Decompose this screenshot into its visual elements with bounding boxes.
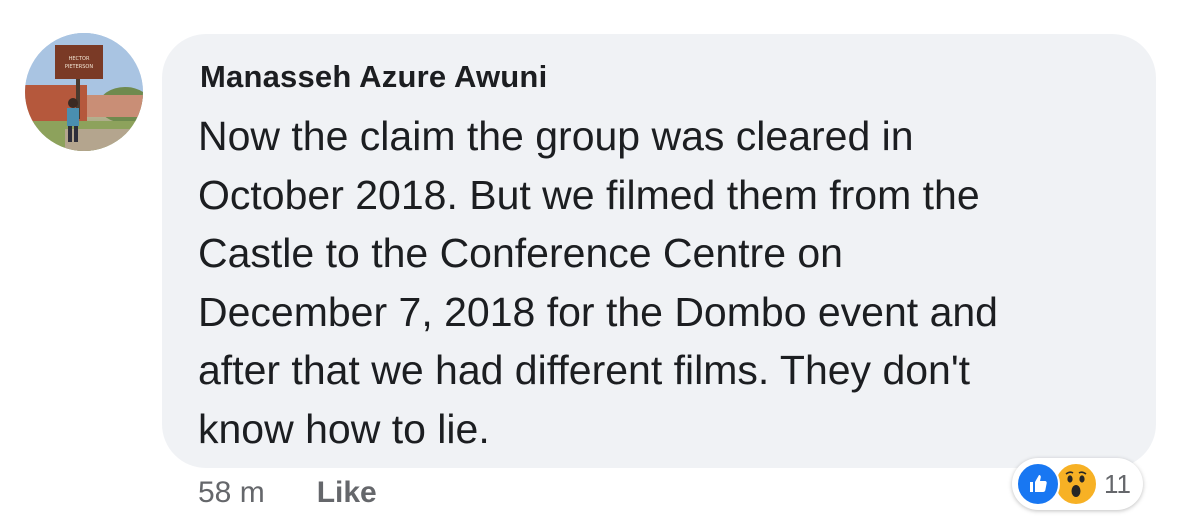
comment-text: Now the claim the group was cleared in O… xyxy=(198,107,1128,458)
reaction-count: 11 xyxy=(1104,468,1131,499)
comment-line: after that we had different films. They … xyxy=(198,347,971,393)
like-icon xyxy=(1016,462,1060,506)
wow-icon xyxy=(1054,462,1098,506)
svg-text:HECTOR: HECTOR xyxy=(69,56,90,62)
comment-author[interactable]: Manasseh Azure Awuni xyxy=(200,59,547,95)
comment-bubble: Manasseh Azure Awuni Now the claim the g… xyxy=(162,34,1156,468)
comment-timestamp[interactable]: 58 m xyxy=(198,476,265,510)
reactions-summary[interactable]: 11 xyxy=(1012,458,1143,510)
comment-meta: 58 m Like xyxy=(198,476,377,510)
avatar[interactable]: HECTOR PIETERSON xyxy=(25,33,143,151)
avatar-photo: HECTOR PIETERSON xyxy=(25,33,143,151)
like-button[interactable]: Like xyxy=(317,476,377,510)
comment-line: Castle to the Conference Centre on xyxy=(198,230,843,276)
comment-line: Now the claim the group was cleared in xyxy=(198,113,914,159)
svg-text:PIETERSON: PIETERSON xyxy=(65,64,93,70)
comment-line: December 7, 2018 for the Dombo event and xyxy=(198,288,998,335)
comment-line: know how to lie. xyxy=(198,405,490,452)
comment-line: October 2018. But we filmed them from th… xyxy=(198,171,980,218)
comment: HECTOR PIETERSON Manasseh Azure Awuni No… xyxy=(0,0,1200,519)
